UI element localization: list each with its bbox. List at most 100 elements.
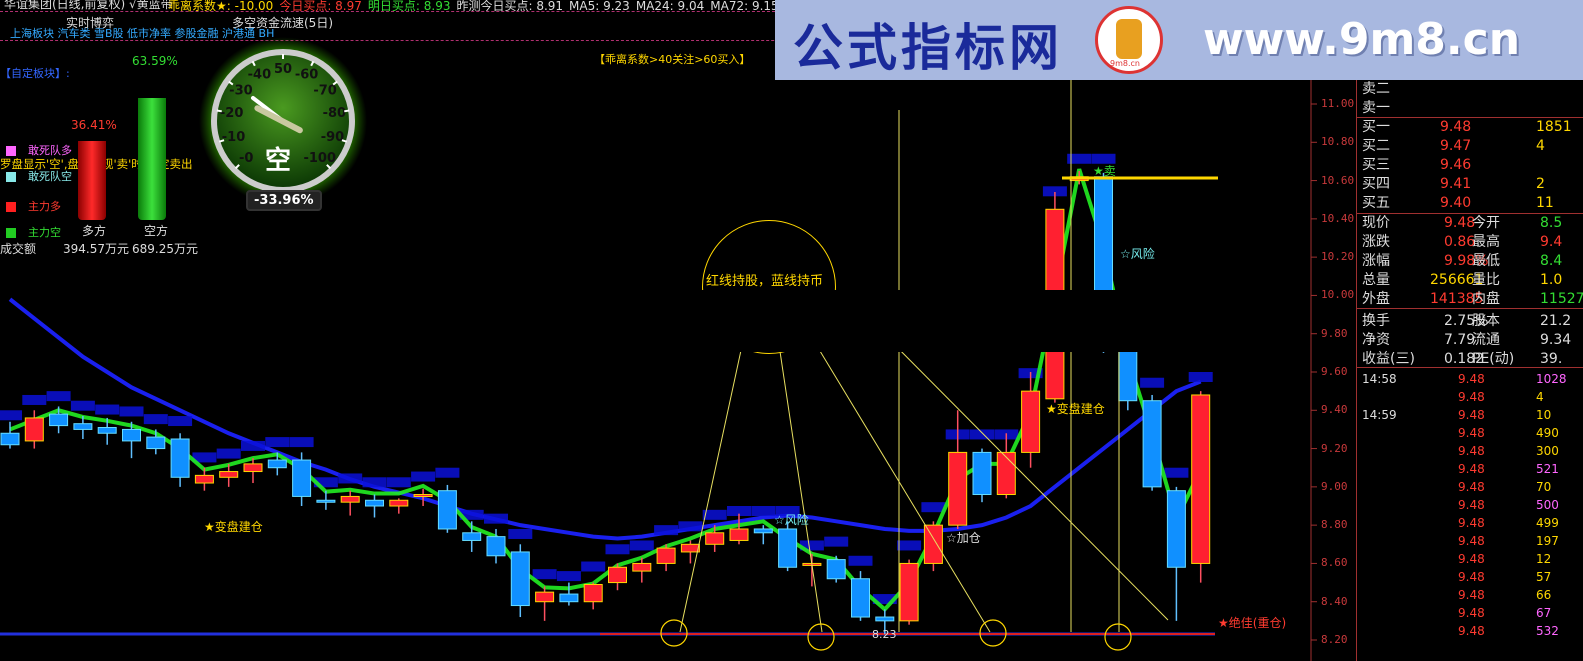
gauge-tick-label: -100 xyxy=(303,151,336,166)
signal-best: ★绝佳(重仓) xyxy=(1218,616,1287,630)
price-tick-label: 10.80 xyxy=(1321,135,1355,149)
bid-volume: 4 xyxy=(1536,138,1545,154)
price-tick-label: 11.00 xyxy=(1321,97,1355,110)
quote-label: 外盘 xyxy=(1362,291,1390,307)
ladder-block xyxy=(702,509,727,520)
tick-volume: 532 xyxy=(1536,624,1559,638)
bull-bar-track xyxy=(78,132,106,220)
bid-row[interactable]: 买二 9.47 4 xyxy=(1360,137,1583,155)
legend-swatch xyxy=(6,146,16,156)
trend-line xyxy=(9,168,1203,613)
legend-label: 敢死队空 xyxy=(28,170,72,183)
tick-row[interactable]: 9.48 500 xyxy=(1360,496,1583,514)
bid-label: 买五 xyxy=(1362,195,1390,211)
watermark-url: www.9m8.cn xyxy=(1203,14,1521,65)
quote-row: 换手 2.75% 股本 21.2 xyxy=(1360,312,1583,330)
quote-label: 换手 xyxy=(1362,313,1390,329)
bid-row[interactable]: 买一 9.48 1851 xyxy=(1360,118,1583,136)
tick-volume: 499 xyxy=(1536,516,1559,530)
guide-line xyxy=(679,317,749,633)
candle-body xyxy=(1166,490,1186,568)
tick-row[interactable]: 14:59 9.48 10 xyxy=(1360,406,1583,424)
gauge-tick-label: -90 xyxy=(321,130,345,145)
tick-row[interactable]: 9.48 521 xyxy=(1360,460,1583,478)
tick-volume: 1028 xyxy=(1536,372,1567,386)
ladder-block xyxy=(1042,186,1067,197)
quote-value: 1.0 xyxy=(1540,272,1563,288)
quote-value: 8.4 xyxy=(1540,253,1563,269)
tick-row[interactable]: 9.48 499 xyxy=(1360,514,1583,532)
quote-divider xyxy=(1356,308,1583,309)
candle-body xyxy=(802,562,822,566)
tick-row[interactable]: 9.48 532 xyxy=(1360,622,1583,640)
quote-label: 最低 xyxy=(1472,253,1500,269)
target-circle xyxy=(660,619,688,647)
tick-volume: 197 xyxy=(1536,534,1559,548)
tick-volume: 10 xyxy=(1536,408,1552,422)
watermark-title: 公式指标网 xyxy=(793,19,1063,77)
quote-label: 净资 xyxy=(1362,332,1390,348)
ask-row[interactable]: 卖二 xyxy=(1360,80,1583,98)
tick-row[interactable]: 14:58 9.48 1028 xyxy=(1360,370,1583,388)
candle-body xyxy=(389,499,409,507)
legend-label: 主力多 xyxy=(28,200,61,213)
candle-body xyxy=(583,583,603,603)
tick-row[interactable]: 9.48 12 xyxy=(1360,550,1583,568)
gauge-dial: -0 -10 -20 -30-40 50 -60-70 -80 -90 -100 xyxy=(199,37,367,205)
signal-risk-1: ☆风险 xyxy=(774,513,809,527)
candle-body xyxy=(899,562,919,622)
ladder-block xyxy=(265,437,290,448)
candle-body xyxy=(705,532,725,545)
quote-label: 内盘 xyxy=(1472,291,1500,307)
candle-body xyxy=(632,562,652,572)
ladder-block xyxy=(629,540,654,551)
bid-row[interactable]: 买四 9.41 2 xyxy=(1360,175,1583,193)
quote-row: 现价 9.48 今开 8.5 xyxy=(1360,214,1583,232)
ladder-block xyxy=(799,540,824,551)
tick-row[interactable]: 9.48 67 xyxy=(1360,604,1583,622)
tick-row[interactable]: 9.48 70 xyxy=(1360,478,1583,496)
legend-swatch xyxy=(6,202,16,212)
target-circle xyxy=(1104,623,1132,651)
tick-time: 14:59 xyxy=(1362,408,1397,422)
bid-row[interactable]: 买五 9.40 11 xyxy=(1360,194,1583,212)
candle-body xyxy=(365,499,384,507)
tick-row[interactable]: 9.48 300 xyxy=(1360,442,1583,460)
price-tick-label: 9.80 xyxy=(1321,326,1348,340)
quote-row: 总量 256661 量比 1.0 xyxy=(1360,271,1583,289)
gauge-tick xyxy=(344,109,350,113)
candle-body xyxy=(24,417,44,442)
custom-block-label[interactable]: 【自定板块】: xyxy=(0,67,70,81)
quote-value: 39. xyxy=(1540,351,1563,367)
ladder-block xyxy=(362,477,387,488)
price-tick-label: 8.20 xyxy=(1321,633,1348,646)
gauge-tick-label: -10 xyxy=(222,130,246,145)
tick-row[interactable]: 9.48 66 xyxy=(1360,586,1583,604)
ask-row[interactable]: 卖一 xyxy=(1360,99,1583,117)
tick-row[interactable]: 9.48 4 xyxy=(1360,388,1583,406)
candle-body xyxy=(97,427,117,434)
bull-amount: 394.57万元 xyxy=(63,242,129,256)
header-divider xyxy=(0,11,780,12)
tick-volume: 57 xyxy=(1536,570,1552,584)
gauge-tick-label: 50 xyxy=(274,62,292,77)
candle-body xyxy=(170,438,190,478)
ladder-block xyxy=(678,521,703,532)
bid-volume: 2 xyxy=(1536,176,1545,192)
candle-body xyxy=(73,423,93,430)
candle-body xyxy=(753,528,773,534)
candle-body xyxy=(778,528,798,568)
tick-row[interactable]: 9.48 57 xyxy=(1360,568,1583,586)
quote-label: 涨幅 xyxy=(1362,253,1390,269)
tick-row[interactable]: 9.48 197 xyxy=(1360,532,1583,550)
ladder-block xyxy=(1091,153,1116,164)
ladder-block xyxy=(751,506,776,516)
bid-price: 9.46 xyxy=(1440,157,1472,173)
tick-row[interactable]: 9.48 490 xyxy=(1360,424,1583,442)
candle-body xyxy=(340,495,360,503)
bid-row[interactable]: 买三 9.46 xyxy=(1360,156,1583,174)
ladder-block xyxy=(241,440,265,451)
quote-label: 涨跌 xyxy=(1362,234,1390,250)
gauge-tick xyxy=(216,109,222,113)
candle-body xyxy=(510,551,530,607)
